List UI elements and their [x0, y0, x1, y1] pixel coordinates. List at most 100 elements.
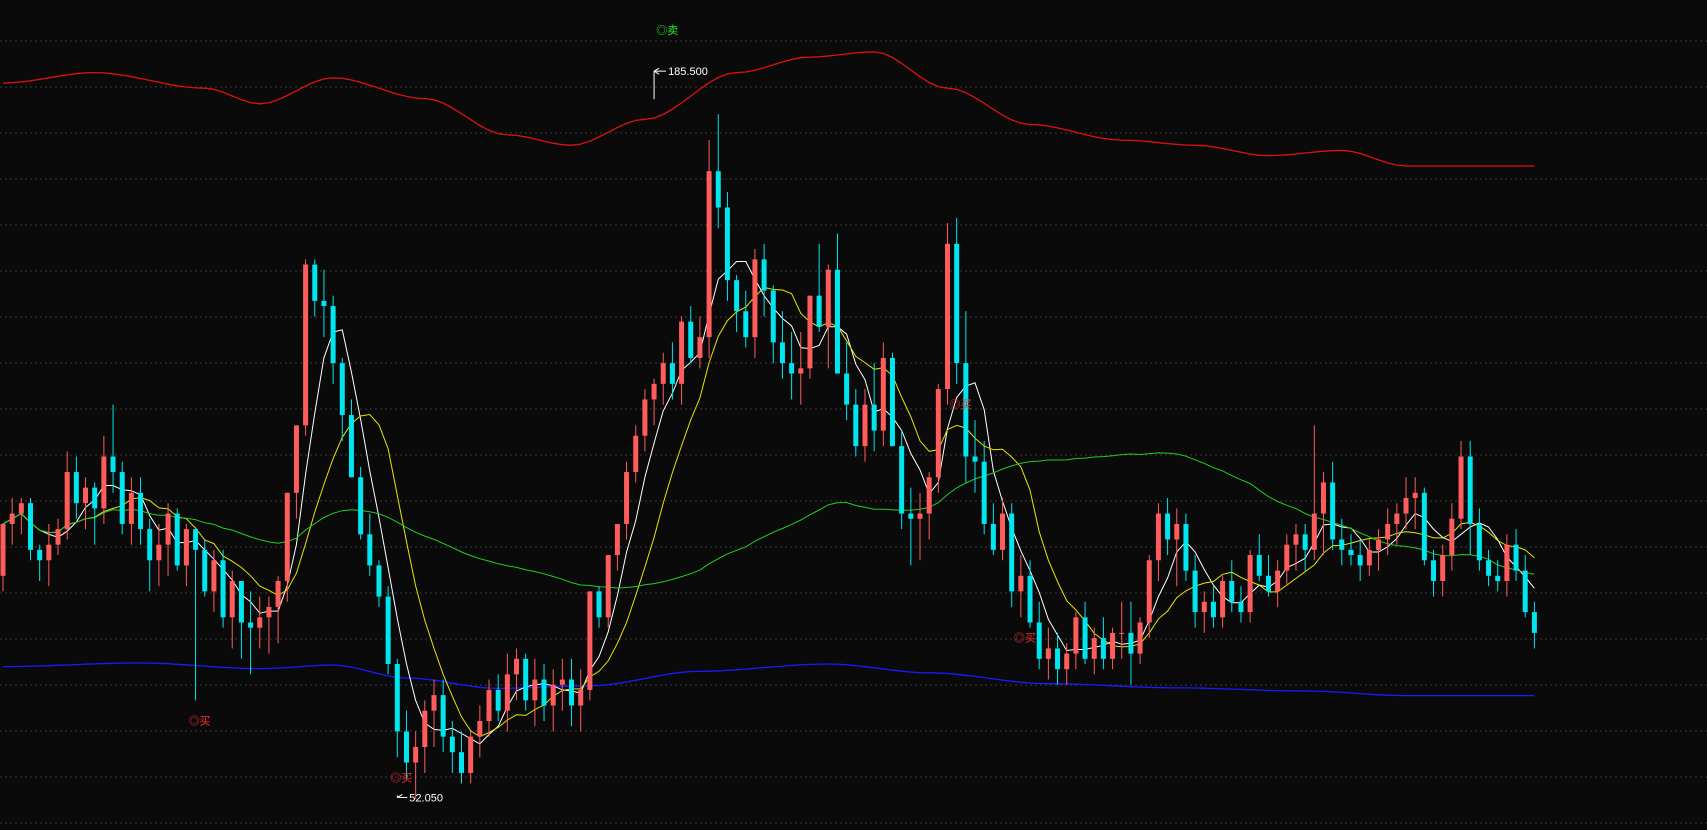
candle-body — [1009, 513, 1015, 592]
candle-body — [1165, 513, 1171, 540]
candle — [1247, 549, 1253, 623]
candle-body — [339, 363, 345, 415]
candle-body — [1247, 555, 1253, 613]
low-price-label: 52.050 — [409, 792, 443, 804]
candle-body — [1082, 617, 1088, 659]
candle-body — [1504, 544, 1510, 581]
candle-body — [266, 606, 272, 618]
candle — [889, 352, 895, 447]
candle-body — [1486, 560, 1492, 576]
candle-body — [1293, 534, 1299, 545]
candle-body — [1055, 648, 1061, 670]
candle-body — [1201, 601, 1207, 613]
candle-body — [1339, 539, 1345, 550]
candle-body — [220, 560, 226, 618]
candle-body — [183, 529, 189, 566]
candle-body — [348, 415, 354, 478]
candle-body — [1357, 555, 1363, 566]
candle-body — [1385, 523, 1391, 540]
candle-body — [945, 243, 951, 390]
candle-body — [229, 581, 235, 618]
candle-body — [1137, 622, 1143, 654]
candle-body — [138, 492, 144, 530]
candle-body — [1476, 523, 1482, 561]
candle-body — [55, 529, 61, 545]
candle-body — [73, 472, 79, 504]
candle-body — [578, 689, 584, 706]
candle-body — [715, 171, 721, 208]
candle-body — [972, 456, 978, 462]
candle-body — [569, 679, 575, 706]
candle-body — [376, 565, 382, 597]
candle-body — [156, 544, 162, 561]
candle-body — [587, 591, 593, 690]
candle-body — [1091, 638, 1097, 659]
candle — [358, 466, 364, 540]
candle-body — [37, 549, 43, 561]
candle-body — [1458, 456, 1464, 519]
candle-body — [880, 357, 886, 431]
candle-body — [1284, 544, 1290, 571]
candle — [1009, 503, 1015, 607]
candle-body — [844, 373, 850, 405]
candle-body — [789, 363, 795, 374]
candle-body — [394, 664, 400, 732]
candle-body — [624, 472, 630, 524]
candle-body — [413, 747, 419, 763]
candle — [1421, 487, 1427, 566]
candle-body — [825, 269, 831, 327]
candle-body — [459, 752, 464, 773]
candle-body — [1045, 648, 1051, 659]
candle-body — [422, 710, 428, 747]
candle-body — [202, 549, 208, 592]
candle — [945, 223, 951, 405]
candle-body — [321, 300, 327, 307]
candle-body — [211, 560, 217, 592]
candle-body — [1449, 518, 1455, 556]
candle-body — [1119, 632, 1125, 634]
candle-body — [679, 321, 685, 384]
candle-body — [761, 259, 767, 291]
candle-body — [1036, 622, 1042, 659]
candle-body — [1100, 638, 1106, 659]
candle-body — [954, 243, 960, 364]
candle-body — [1394, 513, 1400, 524]
candle-body — [752, 259, 758, 338]
candle-body — [312, 264, 318, 301]
candle-body — [1110, 632, 1116, 659]
candle-body — [1495, 575, 1501, 581]
candle-body — [1302, 534, 1308, 550]
high-price-label: 185.500 — [668, 66, 708, 78]
candle-body — [724, 207, 730, 281]
candle-body — [1238, 601, 1244, 613]
candle-body — [981, 461, 987, 524]
candle-body — [798, 368, 804, 374]
candle-body — [770, 290, 776, 343]
candle-body — [642, 399, 648, 436]
candle-body — [486, 689, 492, 722]
candle-body — [1210, 601, 1216, 618]
candle-body — [1513, 544, 1519, 571]
candle-body — [275, 581, 281, 607]
candle-body — [18, 503, 24, 514]
candle-body — [1027, 575, 1033, 623]
buy-signal-marker: ◎买 — [189, 714, 211, 727]
candle — [587, 591, 593, 701]
candle-body — [28, 503, 34, 550]
candle-body — [504, 674, 510, 711]
candle-body — [1330, 482, 1336, 540]
candle-body — [46, 544, 52, 561]
candle-body — [990, 523, 996, 550]
candle-body — [1531, 612, 1537, 633]
candle-body — [1440, 555, 1446, 581]
candle-body — [1467, 456, 1473, 524]
candle-body — [862, 404, 868, 447]
candle-body — [1412, 492, 1418, 498]
candle — [935, 383, 941, 493]
candle — [807, 295, 813, 379]
candle-body — [431, 695, 437, 711]
candle-body — [1403, 498, 1409, 514]
candle-body — [495, 689, 501, 711]
candle-body — [1265, 575, 1271, 592]
candle — [385, 586, 391, 675]
